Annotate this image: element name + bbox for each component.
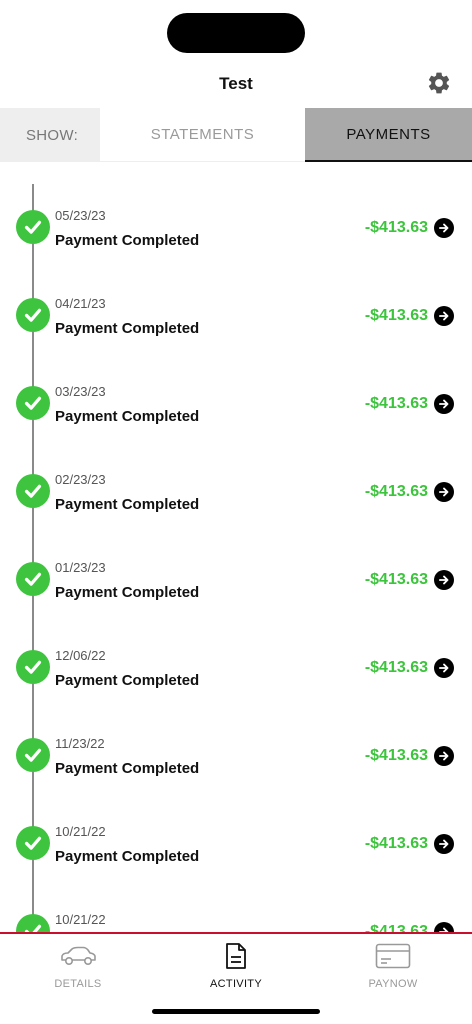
check-circle-icon: [16, 826, 50, 860]
arrow-right-icon[interactable]: [434, 658, 454, 678]
payment-date: 10/21/22: [55, 912, 106, 927]
payment-status: Payment Completed: [55, 320, 200, 337]
dynamic-island: [167, 13, 305, 53]
payment-row[interactable]: 03/23/23 Payment Completed -$413.63: [0, 338, 472, 426]
check-circle-icon: [16, 386, 50, 420]
payment-row[interactable]: 11/23/22 Payment Completed -$413.63: [0, 690, 472, 778]
payment-row[interactable]: 12/06/22 Payment Completed -$413.63: [0, 602, 472, 690]
arrow-right-icon[interactable]: [434, 218, 454, 238]
credit-card-icon: [375, 943, 411, 969]
app-header: Test: [0, 64, 472, 108]
tab-activity-label: ACTIVITY: [210, 978, 262, 990]
payment-date: 11/23/22: [55, 736, 105, 751]
view-toggle: SHOW: STATEMENTS PAYMENTS: [0, 108, 472, 162]
tab-details-label: DETAILS: [54, 978, 102, 990]
payments-list: 05/23/23 Payment Completed -$413.63 04/21/2…: [0, 162, 472, 934]
payment-amount: -$413.63: [364, 307, 428, 324]
tab-payments[interactable]: PAYMENTS: [305, 108, 472, 162]
arrow-right-icon[interactable]: [434, 570, 454, 590]
document-icon: [226, 943, 246, 969]
check-circle-icon: [16, 210, 50, 244]
payment-row[interactable]: 02/23/23 Payment Completed -$413.63: [0, 426, 472, 514]
payment-date: 02/23/23: [55, 472, 106, 487]
arrow-right-icon[interactable]: [434, 834, 454, 854]
check-circle-icon: [16, 650, 50, 684]
home-indicator: [152, 1009, 320, 1014]
check-circle-icon: [16, 738, 50, 772]
payment-row[interactable]: 01/23/23 Payment Completed -$413.63: [0, 514, 472, 602]
tab-statements[interactable]: STATEMENTS: [100, 108, 305, 162]
payment-amount: -$413.63: [364, 747, 428, 764]
payment-status: Payment Completed: [55, 760, 200, 777]
tab-activity[interactable]: ACTIVITY: [176, 940, 296, 996]
check-circle-icon: [16, 474, 50, 508]
payment-status: Payment Completed: [55, 232, 200, 249]
show-label: SHOW:: [26, 126, 79, 144]
payment-amount: -$413.63: [364, 395, 428, 412]
payment-status: Payment Completed: [55, 408, 200, 425]
payment-status: Payment Completed: [55, 672, 200, 689]
payment-row[interactable]: 05/23/23 Payment Completed -$413.63: [0, 162, 472, 250]
check-circle-icon: [16, 562, 50, 596]
tab-paynow-label: PAYNOW: [368, 978, 418, 990]
check-circle-icon: [16, 298, 50, 332]
payment-row[interactable]: 10/21/22 Payment Completed -$413.63: [0, 778, 472, 866]
payment-amount: -$413.63: [364, 571, 428, 588]
payment-amount: -$413.63: [364, 659, 428, 676]
payment-date: 01/23/23: [55, 560, 106, 575]
payment-row[interactable]: 04/21/23 Payment Completed -$413.63: [0, 250, 472, 338]
payment-amount: -$413.63: [364, 483, 428, 500]
payment-amount: -$413.63: [364, 219, 428, 236]
gear-icon[interactable]: [426, 70, 452, 96]
payments-screen: Test SHOW: STATEMENTS PAYMENTS 05/23/23 P…: [0, 0, 472, 1024]
payment-date: 10/21/22: [55, 824, 106, 839]
payment-row[interactable]: 10/21/22 -$413.63: [0, 866, 472, 934]
payment-status: Payment Completed: [55, 496, 200, 513]
tab-details[interactable]: DETAILS: [18, 940, 138, 996]
payment-date: 05/23/23: [55, 208, 106, 223]
tab-paynow[interactable]: PAYNOW: [333, 940, 453, 996]
payment-date: 03/23/23: [55, 384, 106, 399]
page-title: Test: [219, 74, 253, 93]
payment-date: 12/06/22: [55, 648, 106, 663]
payment-amount: -$413.63: [364, 835, 428, 852]
payment-status: Payment Completed: [55, 848, 200, 865]
arrow-right-icon[interactable]: [434, 394, 454, 414]
arrow-right-icon[interactable]: [434, 482, 454, 502]
payment-date: 04/21/23: [55, 296, 106, 311]
arrow-right-icon[interactable]: [434, 746, 454, 766]
payment-status: Payment Completed: [55, 584, 200, 601]
car-icon: [61, 946, 96, 966]
arrow-right-icon[interactable]: [434, 306, 454, 326]
check-circle-icon: [16, 914, 50, 934]
